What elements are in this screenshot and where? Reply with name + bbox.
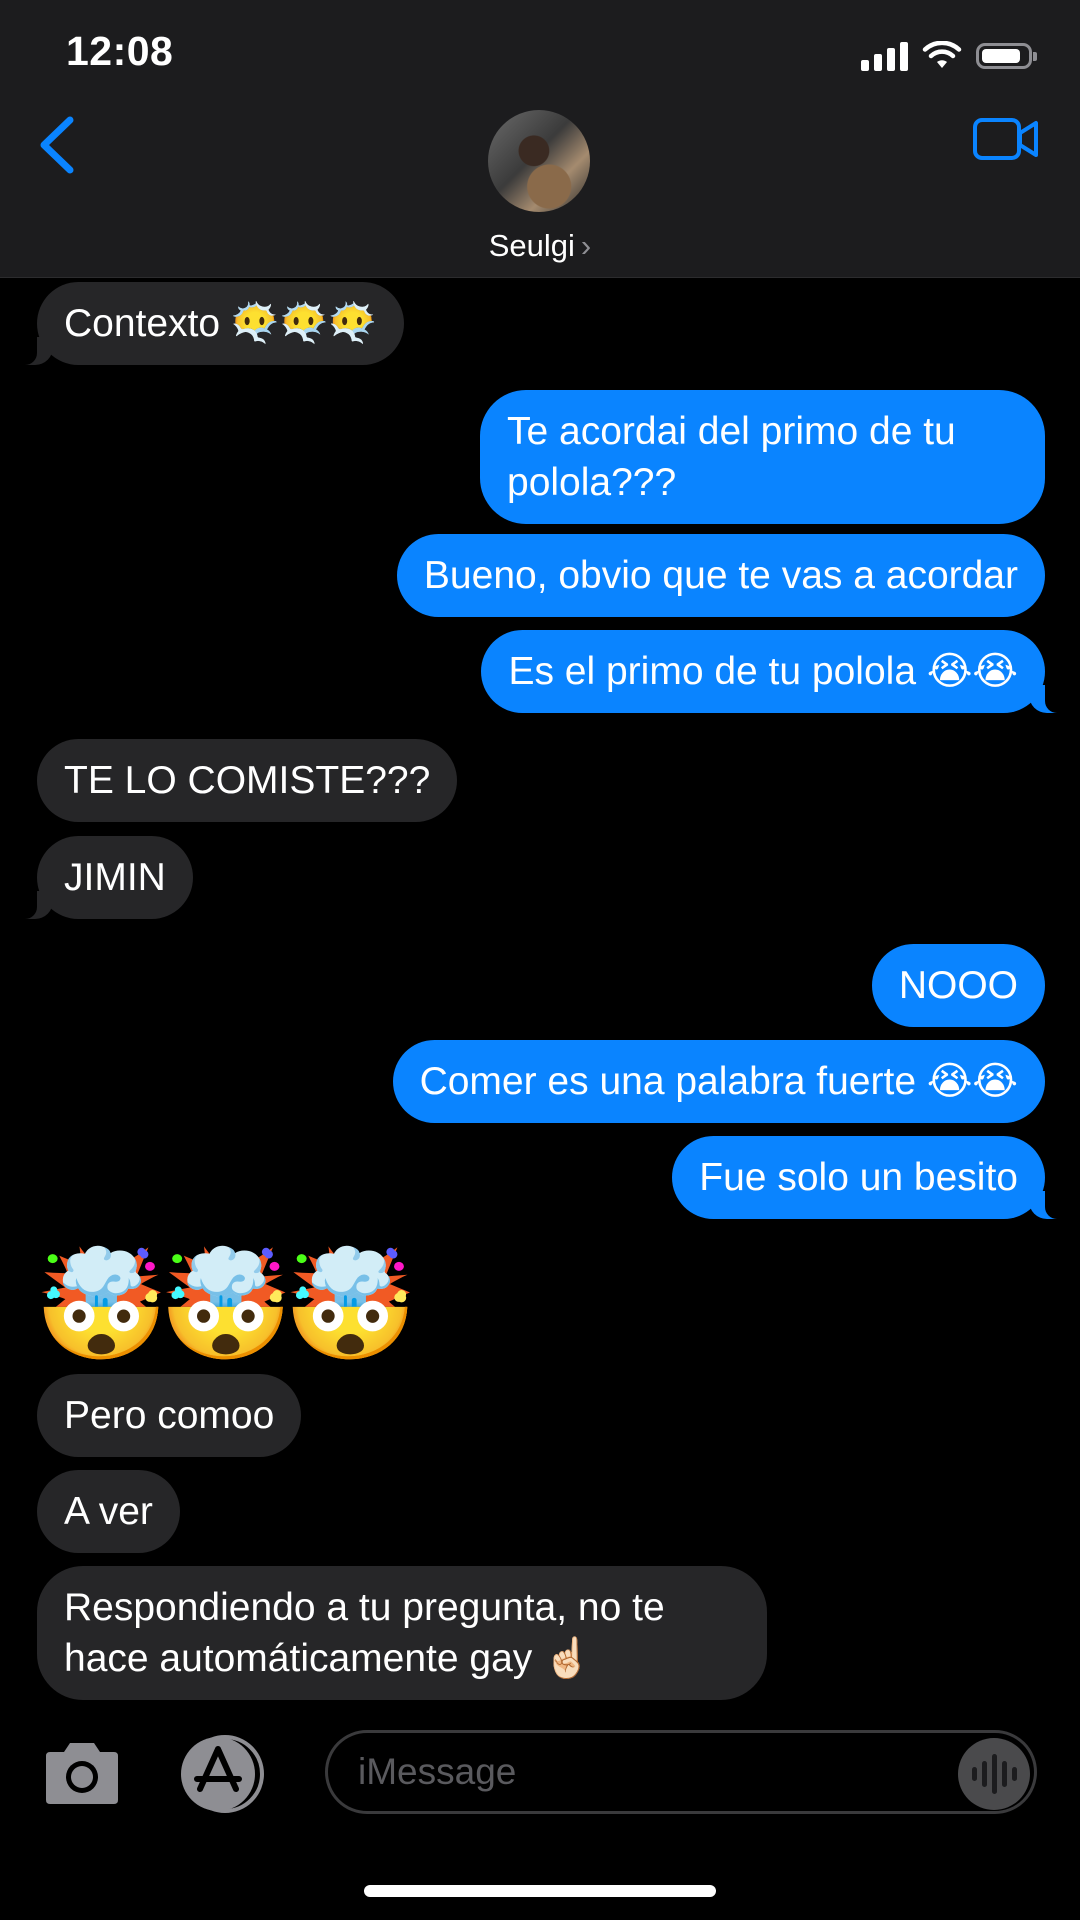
app-store-icon — [181, 1735, 264, 1813]
audio-waveform-icon — [971, 1754, 1017, 1794]
message-bubble-outgoing[interactable]: NOOO — [871, 944, 1045, 1027]
facetime-video-button[interactable] — [972, 115, 1040, 163]
home-indicator[interactable] — [364, 1885, 716, 1897]
message-bubble-outgoing[interactable]: Es el primo de tu polola 😭😭 — [481, 630, 1063, 713]
wifi-icon — [922, 41, 962, 68]
battery-icon — [976, 43, 1037, 69]
composer-bar — [0, 1710, 1080, 1920]
message-bubble-incoming[interactable]: TE LO COMISTE??? — [37, 739, 458, 822]
message-thread[interactable]: Contexto 😶‍🌫️😶‍🌫️😶‍🌫️ Te acordai del pri… — [0, 278, 1080, 1710]
status-time: 12:08 — [66, 28, 174, 74]
emoji-message[interactable]: 🤯🤯🤯 — [34, 1240, 417, 1370]
message-bubble-outgoing[interactable]: Te acordai del primo de tu pololа??? — [480, 390, 1045, 524]
camera-button[interactable] — [40, 1740, 124, 1808]
status-icons — [861, 36, 1037, 76]
camera-icon — [46, 1743, 118, 1804]
imessage-input[interactable] — [325, 1730, 1037, 1814]
conversation-header: 12:08 Seulgi › — [0, 0, 1080, 278]
contact-name: Seulgi — [488, 228, 575, 263]
message-bubble-incoming[interactable]: Pero comoo — [37, 1374, 302, 1457]
video-camera-icon — [973, 118, 1038, 160]
back-button[interactable] — [34, 112, 84, 182]
message-bubble-incoming[interactable]: JIMIN — [19, 836, 193, 919]
contact-avatar[interactable] — [488, 110, 590, 212]
chevron-left-icon — [40, 116, 74, 174]
message-bubble-outgoing[interactable]: Comer es una palabra fuerte 😭😭 — [392, 1040, 1045, 1123]
audio-message-button[interactable] — [958, 1738, 1030, 1810]
message-bubble-outgoing[interactable]: Bueno, obvio que te vas a acordar — [396, 534, 1045, 617]
message-bubble-incoming[interactable]: A ver — [37, 1470, 180, 1553]
chevron-right-icon: › — [580, 228, 592, 263]
app-store-button[interactable] — [177, 1733, 269, 1815]
message-bubble-outgoing[interactable]: Fue solo un besito — [672, 1136, 1063, 1219]
cellular-signal-icon — [861, 41, 908, 71]
message-bubble-incoming[interactable]: Respondiendo a tu pregunta, no te hace a… — [37, 1566, 767, 1700]
message-bubble-incoming[interactable]: Contexto 😶‍🌫️😶‍🌫️😶‍🌫️ — [19, 282, 404, 365]
contact-name-button[interactable]: Seulgi › — [0, 228, 1080, 264]
